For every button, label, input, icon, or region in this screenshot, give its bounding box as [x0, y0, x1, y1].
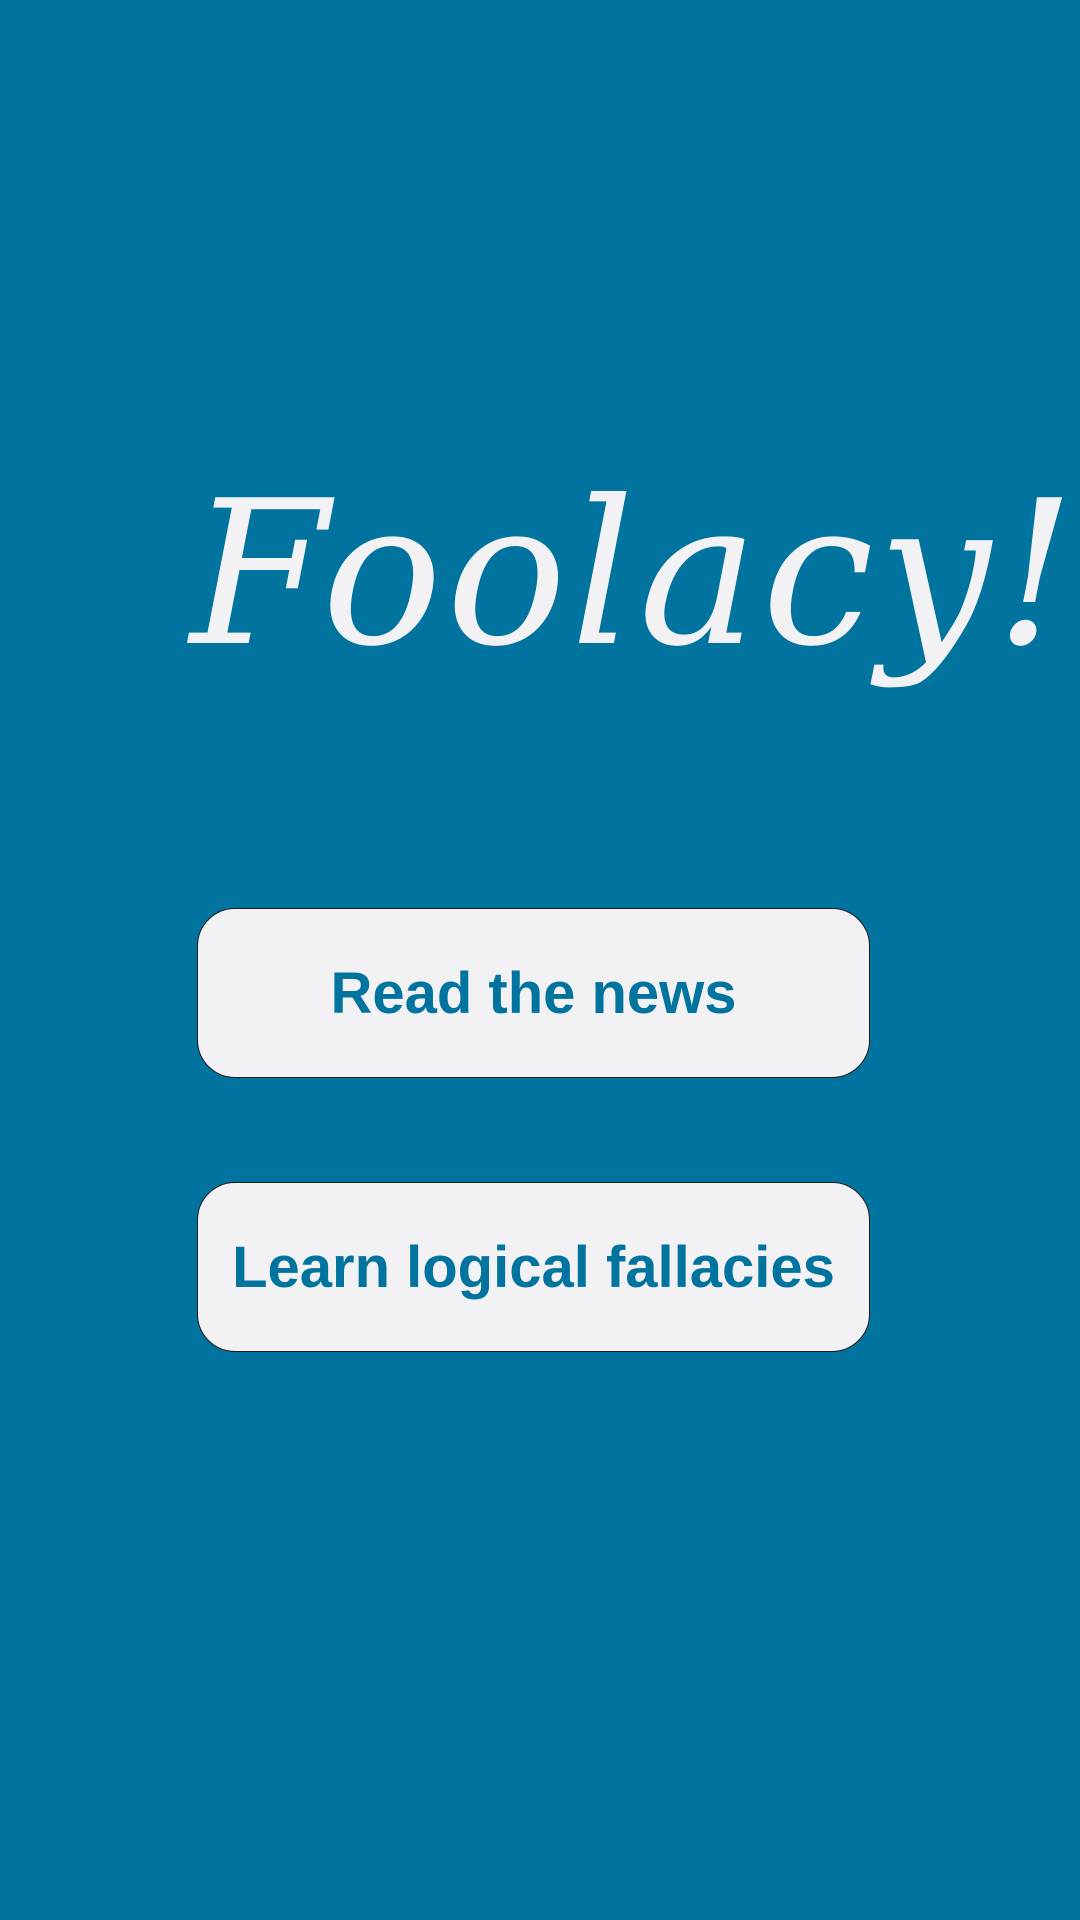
app-title: Foolacy!: [190, 458, 1080, 691]
read-news-button[interactable]: Read the news: [197, 908, 870, 1078]
home-screen: Foolacy! Read the news Learn logical fal…: [0, 0, 1080, 1920]
learn-fallacies-button[interactable]: Learn logical fallacies: [197, 1182, 870, 1352]
